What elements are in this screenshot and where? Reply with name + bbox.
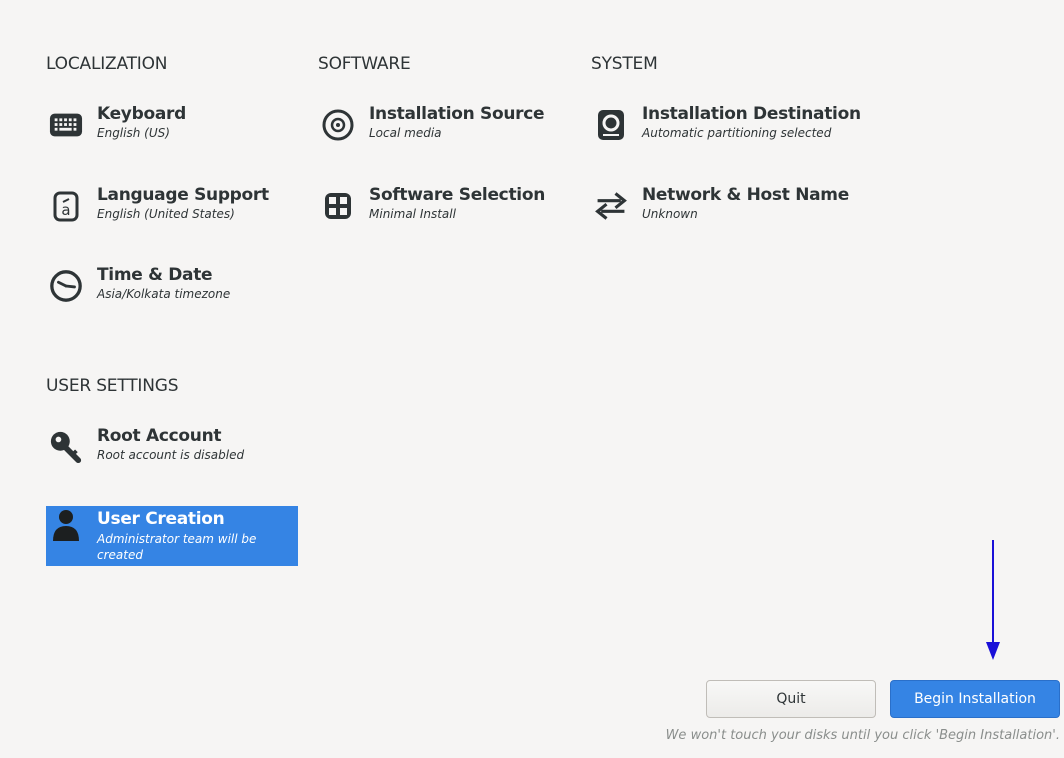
spoke-label: Keyboard bbox=[97, 104, 186, 124]
spoke-root-account[interactable]: Root Account Root account is disabled bbox=[46, 426, 298, 486]
spoke-status: English (US) bbox=[97, 126, 170, 140]
section-localization: LOCALIZATION bbox=[46, 54, 168, 74]
spoke-network-host[interactable]: Network & Host Name Unknown bbox=[591, 185, 849, 245]
svg-text:a: a bbox=[61, 201, 70, 219]
spoke-status: English (United States) bbox=[97, 207, 235, 221]
spoke-label: Time & Date bbox=[97, 265, 213, 285]
section-user-settings: USER SETTINGS bbox=[46, 376, 179, 396]
network-arrows-icon bbox=[594, 189, 628, 223]
package-icon bbox=[321, 189, 355, 223]
spoke-installation-source[interactable]: Installation Source Local media bbox=[318, 104, 570, 164]
spoke-status: Minimal Install bbox=[369, 207, 456, 221]
installation-summary: LOCALIZATION SOFTWARE SYSTEM USER SETTIN… bbox=[0, 0, 1064, 758]
spoke-language-support[interactable]: a Language Support English (United State… bbox=[46, 185, 298, 245]
disk-icon bbox=[594, 108, 628, 142]
spoke-label: Software Selection bbox=[369, 185, 545, 205]
spoke-keyboard[interactable]: Keyboard English (US) bbox=[46, 104, 298, 164]
spoke-label: Network & Host Name bbox=[642, 185, 849, 205]
spoke-time-date[interactable]: Time & Date Asia/Kolkata timezone bbox=[46, 265, 298, 325]
spoke-status: Unknown bbox=[642, 207, 698, 221]
keyboard-icon bbox=[49, 108, 83, 142]
spoke-status: Local media bbox=[369, 126, 442, 140]
spoke-user-creation[interactable]: User Creation Administrator team will be… bbox=[46, 506, 298, 566]
begin-installation-button[interactable]: Begin Installation bbox=[890, 680, 1060, 718]
spoke-label: Installation Destination bbox=[642, 104, 861, 124]
spoke-label: Language Support bbox=[97, 185, 269, 205]
spoke-status: Root account is disabled bbox=[97, 448, 245, 462]
quit-button[interactable]: Quit bbox=[706, 680, 876, 718]
section-system: SYSTEM bbox=[591, 54, 658, 74]
spoke-status: Administrator team will be created bbox=[97, 532, 257, 562]
language-icon: a bbox=[49, 189, 83, 223]
spoke-label: Installation Source bbox=[369, 104, 545, 124]
disc-icon bbox=[321, 108, 355, 142]
user-icon bbox=[49, 508, 83, 542]
spoke-status: Asia/Kolkata timezone bbox=[97, 287, 231, 301]
key-icon bbox=[49, 430, 83, 464]
spoke-label: Root Account bbox=[97, 426, 222, 446]
spoke-installation-destination[interactable]: Installation Destination Automatic parti… bbox=[591, 104, 861, 164]
spoke-software-selection[interactable]: Software Selection Minimal Install bbox=[318, 185, 570, 245]
spoke-status: Automatic partitioning selected bbox=[642, 126, 832, 140]
annotation-arrow-icon bbox=[986, 540, 1000, 660]
section-software: SOFTWARE bbox=[318, 54, 411, 74]
spoke-label: User Creation bbox=[97, 509, 225, 529]
clock-icon bbox=[49, 269, 83, 303]
disk-warning-note: We won't touch your disks until you clic… bbox=[665, 728, 1060, 743]
